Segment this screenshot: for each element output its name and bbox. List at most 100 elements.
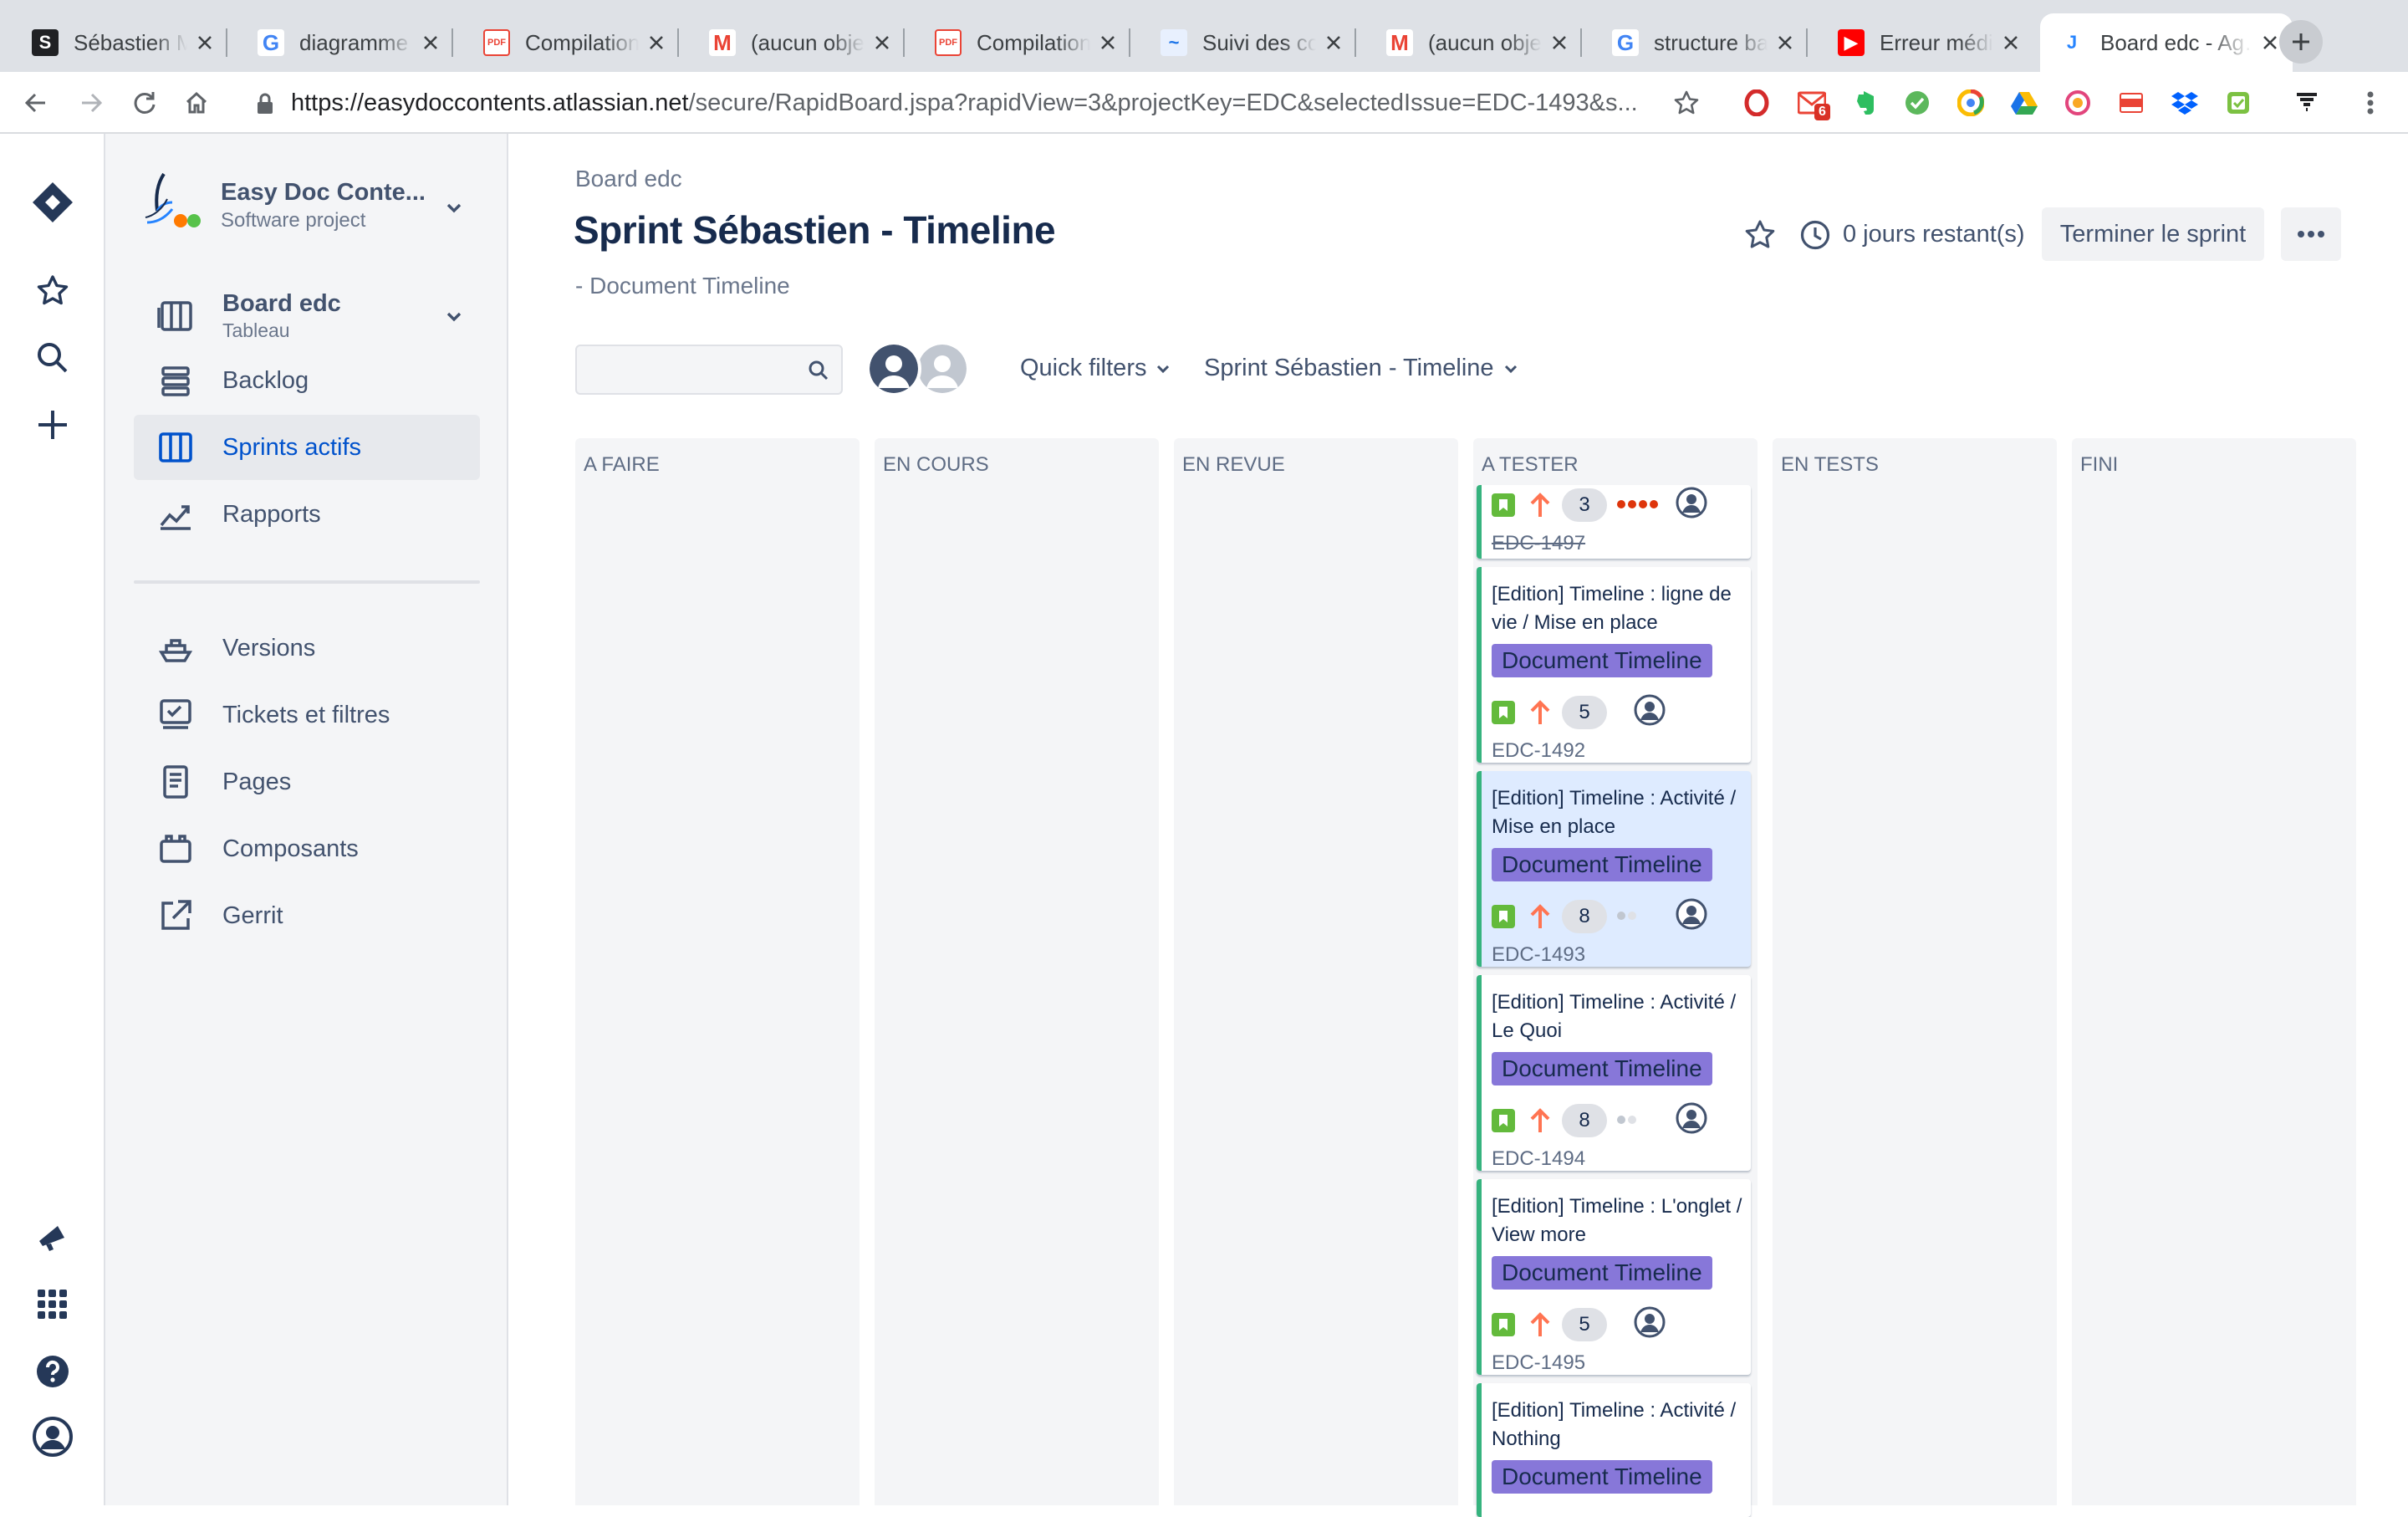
epic-label[interactable]: Document Timeline <box>1492 1256 1712 1290</box>
assignee-avatar[interactable] <box>1676 1102 1709 1136</box>
notifications-button[interactable] <box>31 1216 74 1259</box>
kebab-menu-icon <box>2367 91 2374 115</box>
issue-key[interactable]: EDC-1494 <box>1492 1147 1585 1171</box>
tab-separator <box>1580 28 1582 57</box>
sidebar-item-composants[interactable]: Composants <box>134 816 480 881</box>
tab-close-button[interactable] <box>1321 30 1346 55</box>
breadcrumb[interactable]: Board edc <box>575 166 682 192</box>
chrome-extension-button[interactable] <box>1955 87 1987 119</box>
issue-card[interactable]: [Edition] Timeline : L'onglet / View mor… <box>1477 1179 1751 1375</box>
back-button[interactable] <box>17 84 55 122</box>
tab-close-button[interactable] <box>1547 30 1572 55</box>
pdf-extension-button[interactable] <box>2115 87 2147 119</box>
issue-card[interactable]: [Edition] Timeline : Activité / Nothing D… <box>1477 1383 1751 1517</box>
filter-extension-button[interactable] <box>2291 87 2323 119</box>
dropbox-extension-button[interactable] <box>2169 87 2201 119</box>
browser-tab[interactable]: ▶ Erreur médic… <box>1819 13 2033 72</box>
sprint-select-dropdown[interactable]: Sprint Sébastien - Timeline <box>1204 355 1519 382</box>
tab-close-button[interactable] <box>644 30 669 55</box>
issue-card[interactable]: [Edition] Timeline : Activité / Mise en … <box>1477 771 1751 967</box>
tab-title: structure bas… <box>1654 29 1768 55</box>
address-bar[interactable]: https://easydoccontents.atlassian.net/se… <box>242 82 1706 124</box>
tab-close-button[interactable] <box>1773 30 1798 55</box>
avatar-filter-unassigned[interactable] <box>915 341 970 396</box>
chevron-down-icon[interactable] <box>443 197 465 219</box>
reload-button[interactable] <box>125 84 164 122</box>
tab-close-button[interactable] <box>418 30 443 55</box>
quick-filters-dropdown[interactable]: Quick filters <box>1020 355 1171 382</box>
browser-tab[interactable]: J Board edc - Ag… <box>2040 13 2293 72</box>
sidebar-item-sprints-actifs[interactable]: Sprints actifs <box>134 415 480 480</box>
tab-close-button[interactable] <box>1095 30 1120 55</box>
forward-button[interactable] <box>72 84 110 122</box>
issue-card[interactable]: [Edition] Timeline : Activité / Le Quoi D… <box>1477 975 1751 1171</box>
issue-key[interactable]: EDC-1497 <box>1492 532 1585 555</box>
more-actions-button[interactable] <box>2281 207 2341 261</box>
browser-tab[interactable]: Gstructure bas… <box>1594 13 1808 72</box>
browser-tab[interactable]: PDF Compilation <box>916 13 1130 72</box>
opera-extension-button[interactable] <box>1741 87 1773 119</box>
issue-card[interactable]: [Edition] Timeline : ligne de vie / Mise… <box>1477 567 1751 763</box>
epic-label[interactable]: Document Timeline <box>1492 1460 1712 1494</box>
issue-key[interactable]: EDC-1495 <box>1492 1351 1585 1375</box>
tab-separator <box>677 28 679 57</box>
check-extension-button[interactable] <box>1901 87 1933 119</box>
google-drive-icon <box>2011 92 2038 115</box>
new-tab-button[interactable] <box>2279 20 2323 64</box>
browser-tab[interactable]: M (aucun objet) <box>1368 13 1582 72</box>
browser-tab[interactable]: PDF Compilation <box>465 13 679 72</box>
browser-menu-button[interactable] <box>2354 87 2386 119</box>
tab-title: Compilation <box>525 29 639 55</box>
google-drive-extension-button[interactable] <box>2008 87 2040 119</box>
project-avatar[interactable] <box>139 167 206 234</box>
search-button[interactable] <box>31 336 74 380</box>
assignee-avatar[interactable] <box>1634 1306 1667 1340</box>
project-name[interactable]: Easy Doc Conte... <box>221 179 426 207</box>
create-button[interactable] <box>31 403 74 447</box>
assignee-avatar[interactable] <box>1634 694 1667 728</box>
issue-key[interactable]: EDC-1492 <box>1492 739 1585 763</box>
avatar-filter-user[interactable] <box>866 341 921 396</box>
epic-label[interactable]: Document Timeline <box>1492 1052 1712 1085</box>
board-switcher[interactable]: Board edc Tableau <box>134 278 480 355</box>
sidebar-item-versions[interactable]: Versions <box>134 615 480 681</box>
profile-button[interactable] <box>31 1415 74 1458</box>
home-button[interactable] <box>177 84 216 122</box>
sidebar-item-label: Sprints actifs <box>222 433 361 461</box>
gmail-extension-button[interactable]: 6 <box>1796 87 1830 120</box>
arrow-left-icon <box>24 93 45 113</box>
issue-card[interactable]: 3 EDC-1497 <box>1477 485 1751 559</box>
checklist-extension-button[interactable] <box>2222 87 2254 119</box>
app-switcher-button[interactable] <box>31 1283 74 1326</box>
components-icon-wrap <box>154 827 197 871</box>
sidebar-item-pages[interactable]: Pages <box>134 749 480 815</box>
story-type-icon <box>1492 905 1515 928</box>
issue-key[interactable]: EDC-1493 <box>1492 943 1585 967</box>
assignee-avatar[interactable] <box>1676 487 1709 520</box>
search-input[interactable] <box>577 346 794 393</box>
star-outline-icon[interactable] <box>1744 219 1776 251</box>
tab-close-button[interactable] <box>870 30 895 55</box>
assignee-avatar[interactable] <box>1676 898 1709 932</box>
tab-close-button[interactable] <box>1998 30 2023 55</box>
epic-label[interactable]: Document Timeline <box>1492 848 1712 881</box>
sidebar-item-rapports[interactable]: Rapports <box>134 482 480 547</box>
browser-tab[interactable]: ~ Suivi des cong… <box>1142 13 1356 72</box>
sidebar-item-backlog[interactable]: Backlog <box>134 348 480 413</box>
dot <box>1628 912 1636 920</box>
screen-capture-extension-button[interactable] <box>2062 87 2094 119</box>
help-button[interactable] <box>31 1350 74 1393</box>
browser-tab[interactable]: M (aucun objet) <box>691 13 905 72</box>
pdf-icon: PDF <box>483 29 510 56</box>
end-sprint-button[interactable]: Terminer le sprint <box>2042 207 2264 261</box>
tab-close-button[interactable] <box>192 30 217 55</box>
epic-label[interactable]: Document Timeline <box>1492 644 1712 677</box>
browser-tab[interactable]: Gdiagramme de… <box>239 13 453 72</box>
starred-button[interactable] <box>31 269 74 313</box>
jira-home-button[interactable] <box>31 181 74 224</box>
sidebar-item-gerrit[interactable]: Gerrit <box>134 883 480 948</box>
browser-tab[interactable]: S Sébastien Mart… <box>13 13 227 72</box>
sidebar-item-tickets-et-filtres[interactable]: Tickets et filtres <box>134 682 480 748</box>
evernote-extension-button[interactable] <box>1849 87 1881 119</box>
user-placeholder-icon <box>918 345 967 393</box>
